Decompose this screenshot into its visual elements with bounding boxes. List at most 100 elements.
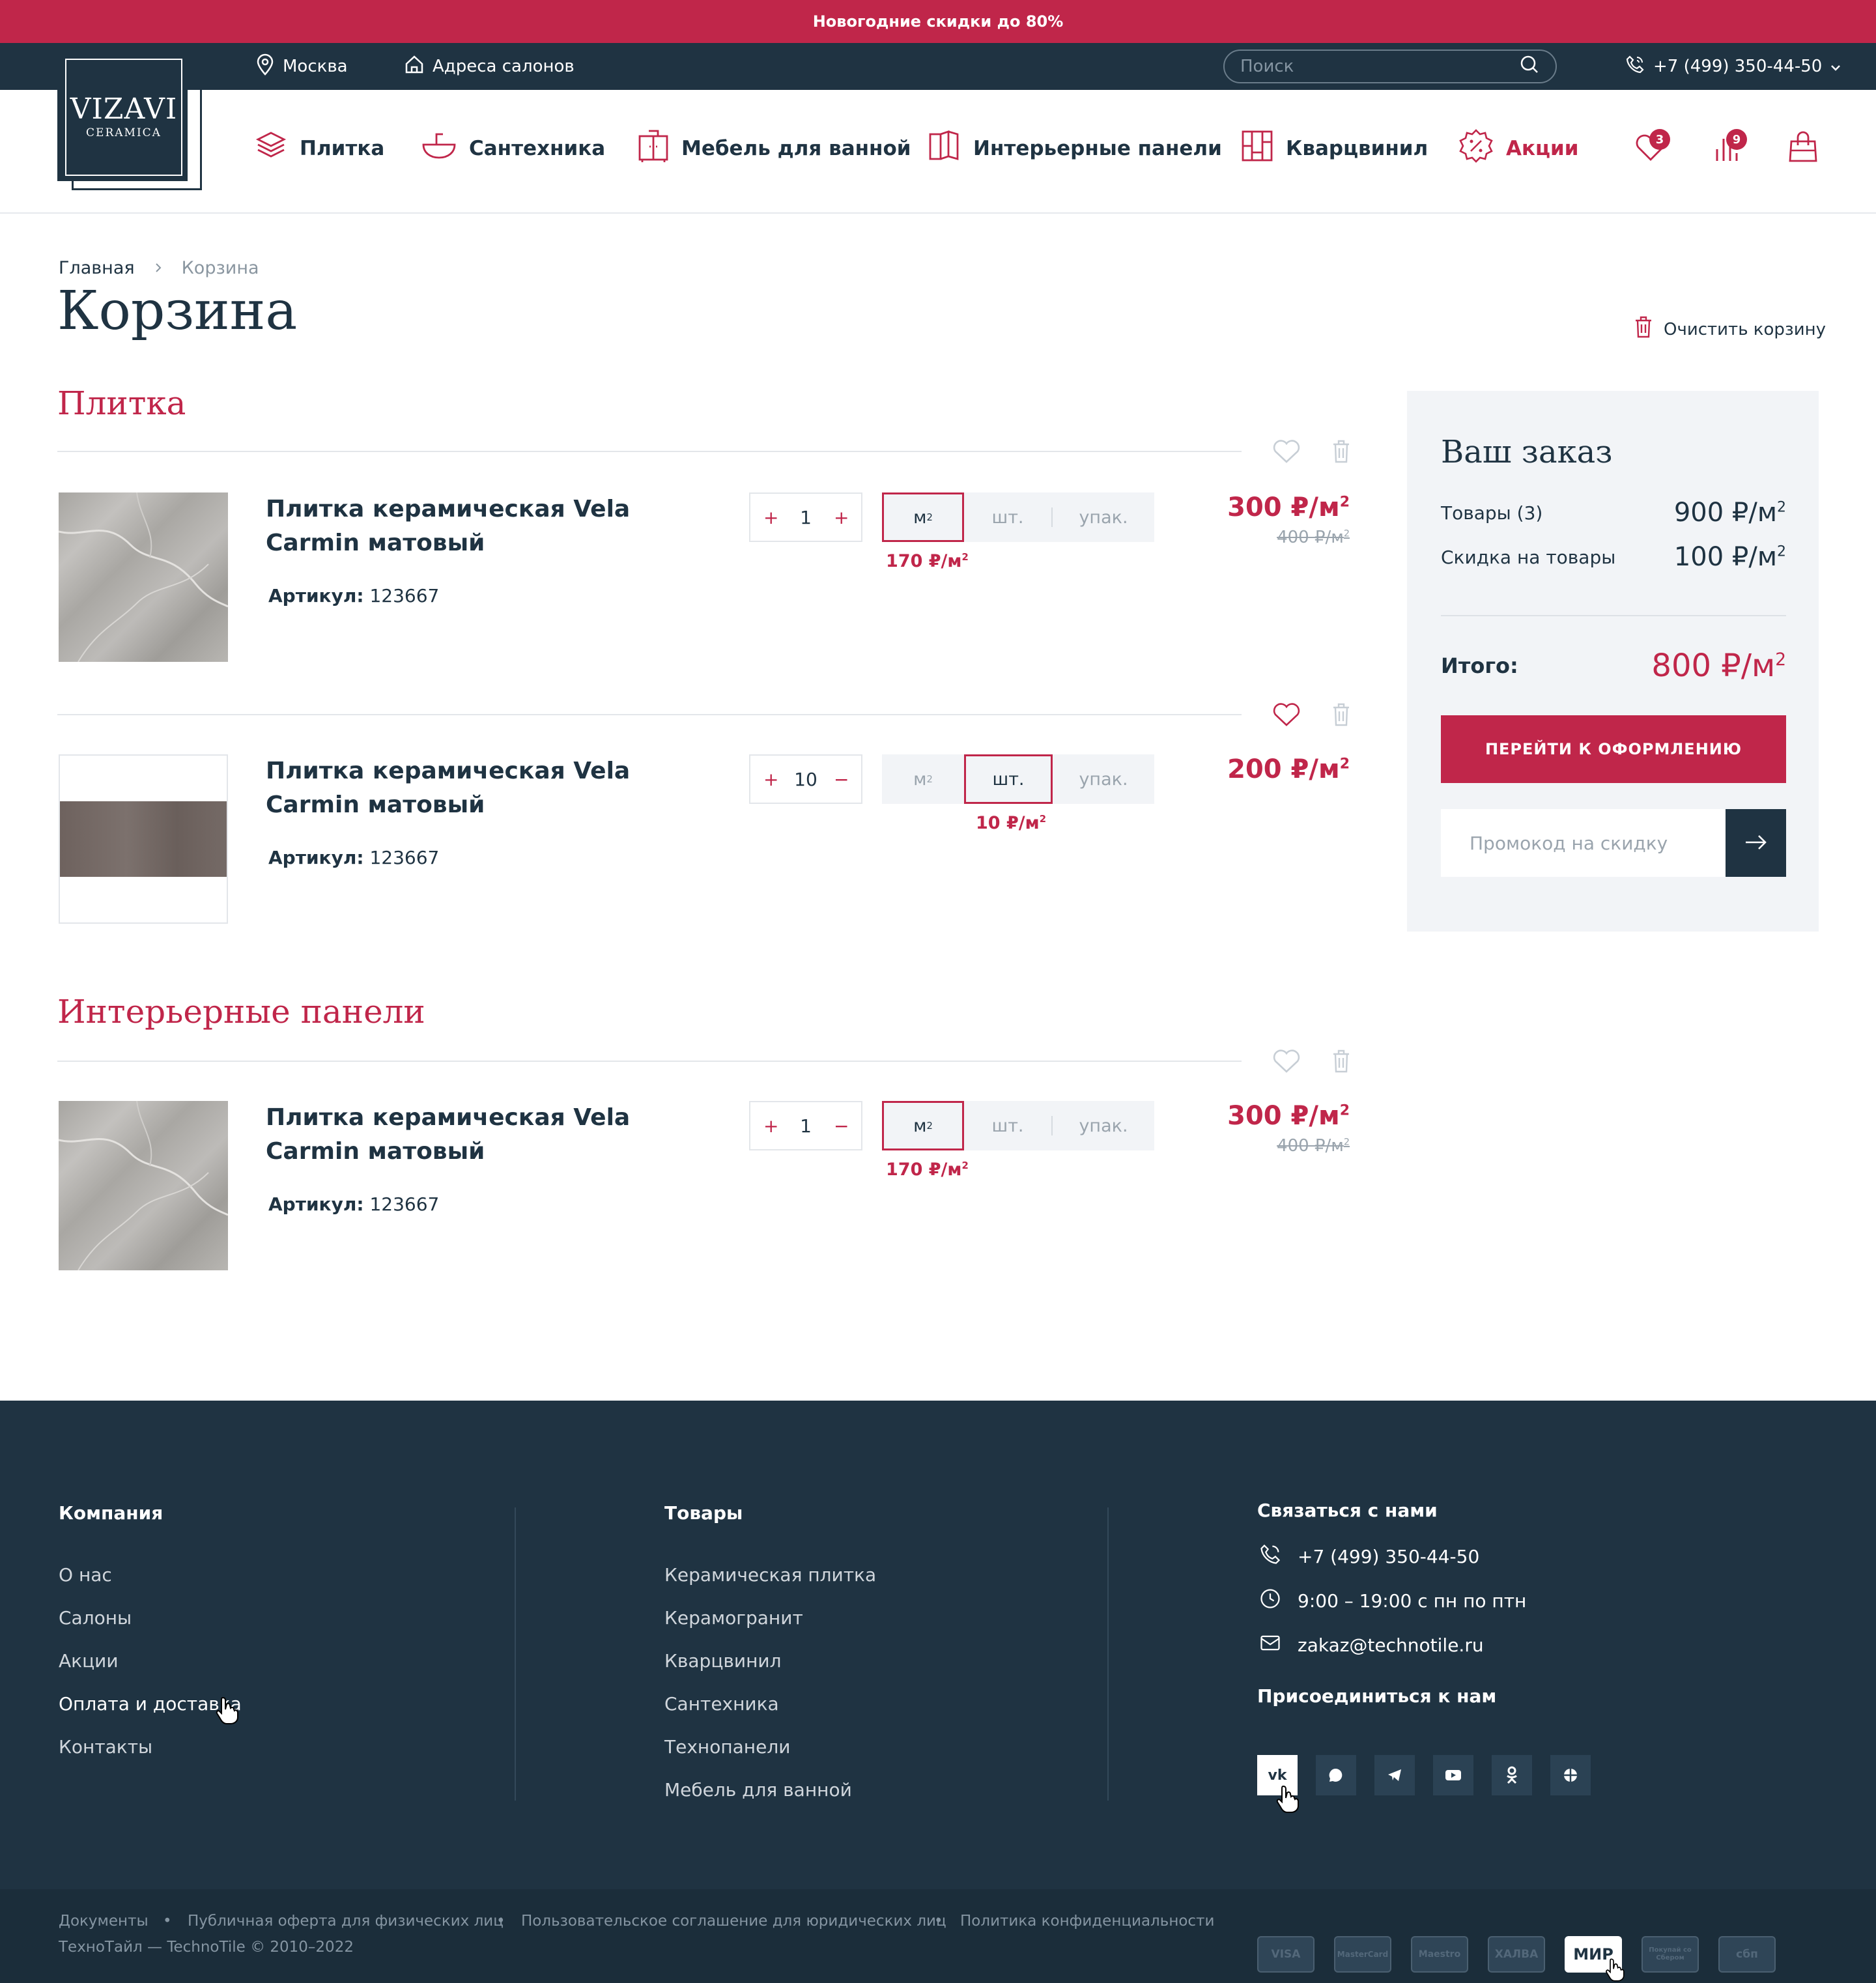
phone-icon: [1625, 54, 1645, 79]
increment-button[interactable]: −: [834, 1115, 849, 1137]
maestro-payment-icon: Maestro: [1411, 1936, 1468, 1973]
promo-code-input[interactable]: [1441, 809, 1726, 877]
decrement-button[interactable]: +: [763, 1115, 778, 1137]
copyright: ТехноТайл — TechnoTile © 2010–2022: [59, 1939, 354, 1956]
favorite-heart-icon[interactable]: [1272, 700, 1301, 730]
footer-bottom-link[interactable]: Политика конфиденциальности: [960, 1913, 1214, 1930]
nav-item-panels[interactable]: Интерьерные панели: [928, 129, 1222, 168]
logo-wordmark: VIZAVI: [70, 93, 178, 126]
quantity-value[interactable]: 10: [794, 769, 817, 790]
footer-link[interactable]: О нас: [59, 1554, 242, 1597]
dot-separator: •: [934, 1913, 943, 1930]
increment-button[interactable]: +: [834, 507, 849, 528]
unit-option-m2[interactable]: м2: [882, 492, 964, 542]
footer-link[interactable]: Керамогранит: [664, 1597, 876, 1640]
favorites-button[interactable]: 3: [1631, 129, 1670, 168]
checkout-button[interactable]: ПЕРЕЙТИ К ОФОРМЛЕНИЮ: [1441, 715, 1786, 783]
footer-heading: Компания: [59, 1502, 163, 1524]
search-input[interactable]: [1240, 57, 1501, 76]
product-name[interactable]: Плитка керамическая Vela Carmin матовый: [266, 1101, 722, 1169]
nav-label: Сантехника: [469, 137, 606, 160]
unit-selector: м2 шт. упак.: [882, 492, 1154, 542]
product-image[interactable]: [59, 754, 228, 924]
nav-item-sales[interactable]: Акции: [1458, 129, 1578, 168]
compare-button[interactable]: 9: [1708, 129, 1747, 168]
favorite-heart-icon[interactable]: [1272, 436, 1301, 466]
unit-option-pack[interactable]: упак.: [1053, 754, 1154, 804]
delete-trash-icon[interactable]: [1326, 436, 1356, 466]
breadcrumb-current: Корзина: [181, 258, 259, 278]
footer-link[interactable]: Керамическая плитка: [664, 1554, 876, 1597]
sbp-payment-icon: сбп: [1718, 1936, 1776, 1973]
product-image[interactable]: [59, 1101, 228, 1270]
arrow-right-icon: [1743, 833, 1769, 853]
decrement-button[interactable]: +: [763, 769, 778, 790]
nav-item-quartz-vinyl[interactable]: Кварцвинил: [1240, 129, 1428, 168]
footer-link[interactable]: Мебель для ванной: [664, 1769, 876, 1812]
clear-cart-button[interactable]: Очистить корзину: [1634, 315, 1826, 343]
telegram-icon[interactable]: [1374, 1755, 1415, 1795]
compare-count-badge: 9: [1726, 129, 1747, 150]
product-image[interactable]: [59, 492, 228, 662]
unit-option-pack[interactable]: упак.: [1053, 1101, 1154, 1150]
footer-link[interactable]: Кварцвинил: [664, 1640, 876, 1683]
quantity-value[interactable]: 1: [800, 1115, 812, 1137]
unit-price: 10 ₽/м2: [976, 813, 1047, 833]
footer-link[interactable]: Контакты: [59, 1726, 242, 1769]
unit-option-pcs[interactable]: шт.: [964, 492, 1051, 542]
pointer-cursor-icon: [1604, 1957, 1630, 1983]
unit-option-pcs[interactable]: шт.: [964, 754, 1053, 804]
delete-trash-icon[interactable]: [1326, 700, 1356, 730]
item-price: 200 ₽/м2: [1227, 754, 1350, 784]
footer-heading: Связаться с нами: [1257, 1500, 1438, 1521]
footer-link[interactable]: Оплата и доставка: [59, 1683, 242, 1726]
footer-bottom-link[interactable]: Документы: [59, 1913, 149, 1930]
unit-option-pcs[interactable]: шт.: [964, 1101, 1051, 1150]
quantity-value[interactable]: 1: [800, 507, 812, 528]
unit-option-m2[interactable]: м2: [882, 1101, 964, 1150]
footer-bottom-link[interactable]: Пользовательское соглашение для юридичес…: [521, 1913, 946, 1930]
unit-option-pack[interactable]: упак.: [1053, 492, 1154, 542]
footer-link[interactable]: Сантехника: [664, 1683, 876, 1726]
unit-option-m2[interactable]: м2: [882, 754, 964, 804]
nav-item-plumbing[interactable]: Сантехника: [421, 129, 605, 168]
increment-button[interactable]: −: [834, 769, 849, 790]
promo-submit-button[interactable]: [1726, 809, 1786, 877]
delete-trash-icon[interactable]: [1326, 1046, 1356, 1076]
footer-link[interactable]: Технопанели: [664, 1726, 876, 1769]
nav-item-tile[interactable]: Плитка: [254, 129, 384, 168]
sku-value: 123667: [369, 585, 440, 606]
footer-bottom-link[interactable]: Публичная оферта для физических лиц: [188, 1913, 504, 1930]
globe-icon[interactable]: [1550, 1755, 1591, 1795]
footer-link[interactable]: Салоны: [59, 1597, 242, 1640]
site-logo[interactable]: VIZAVI CERAMICA: [57, 51, 203, 190]
product-name[interactable]: Плитка керамическая Vela Carmin матовый: [266, 492, 722, 560]
search-box: [1223, 50, 1557, 83]
footer-phone[interactable]: +7 (499) 350-44-50: [1257, 1534, 1526, 1578]
search-icon[interactable]: [1519, 54, 1540, 79]
footer-email[interactable]: zakaz@technotile.ru: [1257, 1623, 1526, 1667]
nav-item-bath-furniture[interactable]: Мебель для ванной: [637, 129, 911, 168]
youtube-icon[interactable]: [1433, 1755, 1473, 1795]
sku-label: Артикул:: [268, 847, 364, 868]
phone-dropdown[interactable]: +7 (499) 350-44-50: [1625, 43, 1841, 90]
divider: [57, 1061, 1242, 1062]
odnoklassniki-icon[interactable]: [1492, 1755, 1532, 1795]
favorite-heart-icon[interactable]: [1272, 1046, 1301, 1076]
logo-block: VIZAVI CERAMICA: [57, 51, 188, 181]
salons-link[interactable]: Адреса салонов: [404, 43, 575, 90]
location-pin-icon: [255, 53, 275, 80]
footer-company-column: Компания О нас Салоны Акции Оплата и дос…: [59, 1502, 242, 1769]
whatsapp-icon[interactable]: [1316, 1755, 1356, 1795]
decrement-button[interactable]: +: [763, 507, 778, 528]
home-icon: [404, 54, 425, 79]
goods-value: 900 ₽/м2: [1673, 498, 1786, 528]
cart-button[interactable]: [1784, 129, 1823, 168]
city-selector[interactable]: Москва: [255, 43, 348, 90]
promo-banner[interactable]: Новогодние скидки до 80%: [0, 0, 1876, 43]
unit-selector: м2 шт. упак.: [882, 754, 1154, 804]
footer-link[interactable]: Акции: [59, 1640, 242, 1683]
product-name[interactable]: Плитка керамическая Vela Carmin матовый: [266, 754, 722, 822]
breadcrumb-home[interactable]: Главная: [59, 258, 135, 278]
quantity-stepper: + 1 +: [749, 492, 862, 542]
